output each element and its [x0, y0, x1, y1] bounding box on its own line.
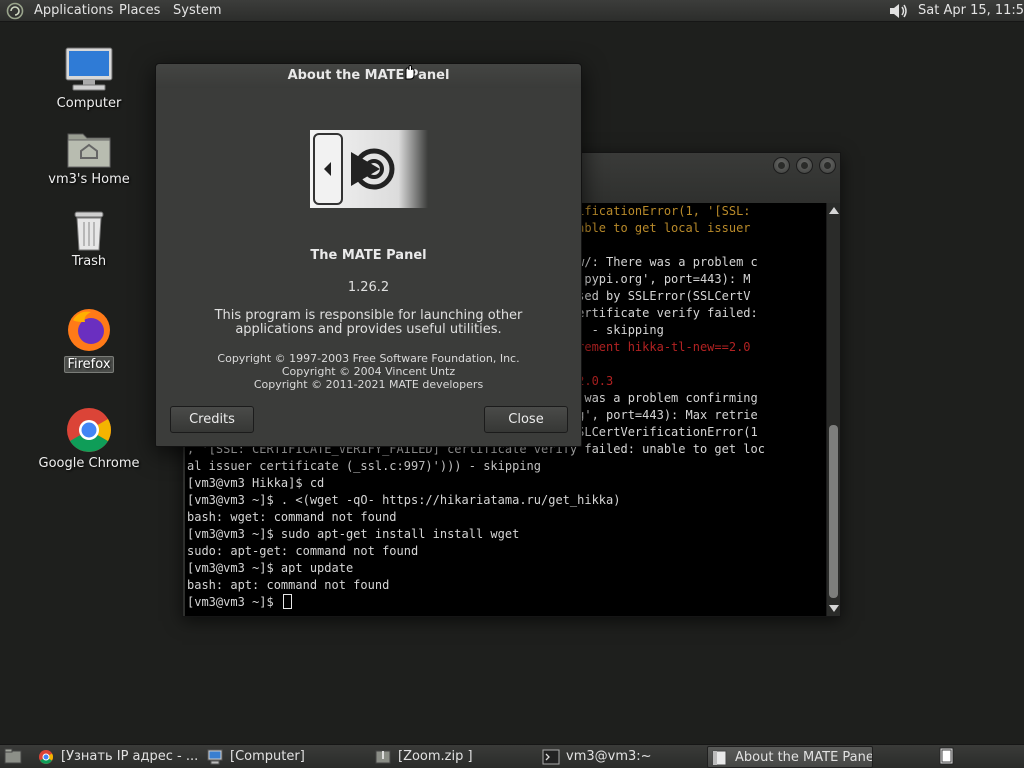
app-version: 1.26.2: [347, 280, 390, 295]
desktop-icon-home[interactable]: vm3's Home: [34, 128, 144, 187]
terminal-line: bash: apt: command not found: [187, 578, 390, 592]
terminal-icon: [542, 749, 560, 765]
terminal-line: [vm3@vm3 ~]$ sudo apt-get install instal…: [187, 527, 520, 541]
taskbar-item-terminal[interactable]: vm3@vm3:~: [542, 746, 702, 768]
desktop-icon-label: Trash: [71, 254, 107, 269]
desktop-icon-computer[interactable]: Computer: [34, 46, 144, 111]
desktop-icon-chrome[interactable]: Google Chrome: [34, 406, 144, 471]
taskbar-item-label: [Computer]: [230, 749, 305, 764]
hand-cursor-icon: [405, 64, 415, 80]
workspace-switcher-icon[interactable]: [938, 747, 958, 766]
desktop-icon-firefox[interactable]: Firefox: [34, 306, 144, 373]
volume-icon[interactable]: [886, 1, 910, 21]
terminal-line: [vm3@vm3 ~]$: [187, 594, 292, 611]
dialog-title[interactable]: About the MATE Panel: [156, 64, 581, 88]
taskbar-item-label: [Узнать IP адрес - ...: [61, 749, 197, 764]
terminal-line: al issuer certificate (_ssl.c:997)'))) -…: [187, 459, 542, 473]
minimize-button[interactable]: [773, 157, 790, 174]
about-dialog: About the MATE Panel The MATE Panel 1.26…: [155, 63, 582, 447]
menu-places[interactable]: Places: [119, 3, 160, 18]
taskbar-item-label: About the MATE Panel: [735, 750, 873, 765]
close-button[interactable]: Close: [484, 406, 568, 433]
desktop-icon-label: vm3's Home: [48, 172, 130, 187]
app-name: The MATE Panel: [310, 248, 427, 263]
terminal-cursor: [282, 594, 292, 609]
desktop-icon-trash[interactable]: Trash: [34, 208, 144, 269]
top-panel: Applications Places System Sat Apr 15, 1…: [0, 0, 1024, 22]
taskbar-item-label: [Zoom.zip ]: [398, 749, 473, 764]
computer-icon: [65, 47, 113, 91]
close-window-button[interactable]: [819, 157, 836, 174]
desktop-icon-label: Firefox: [64, 356, 114, 373]
app-description: This program is responsible for launchin…: [214, 308, 523, 337]
terminal-line: [vm3@vm3 ~]$ apt update: [187, 561, 354, 575]
desktop-icon-label: Google Chrome: [38, 456, 140, 471]
copyright-line: Copyright © 2011-2021 MATE developers: [253, 378, 484, 391]
firefox-icon: [68, 309, 110, 351]
terminal-scrollbar[interactable]: [826, 203, 840, 616]
bottom-panel: [Узнать IP адрес - ... [Computer] [Zoom.…: [0, 744, 1024, 768]
menu-system[interactable]: System: [173, 3, 221, 18]
taskbar-item-archive[interactable]: [Zoom.zip ]: [374, 746, 534, 768]
taskbar-item-about-dialog[interactable]: About the MATE Panel: [707, 746, 873, 768]
taskbar-item-chrome[interactable]: [Узнать IP адрес - ...: [37, 746, 197, 768]
chrome-icon: [67, 408, 111, 452]
maximize-button[interactable]: [796, 157, 813, 174]
scrollbar-thumb[interactable]: [829, 425, 838, 598]
terminal-line: sudo: apt-get: command not found: [187, 544, 419, 558]
terminal-line: [vm3@vm3 ~]$ . <(wget -qO- https://hikar…: [187, 493, 621, 507]
taskbar-item-label: vm3@vm3:~: [566, 749, 652, 764]
scroll-up-arrow-icon[interactable]: [829, 207, 839, 214]
trash-icon: [74, 211, 104, 251]
computer-icon: [207, 749, 223, 765]
show-desktop-icon[interactable]: [4, 748, 22, 765]
copyright-line: Copyright © 2004 Vincent Untz: [281, 365, 456, 378]
window-icon: [712, 750, 727, 766]
copyright-line: Copyright © 1997-2003 Free Software Foun…: [217, 352, 520, 365]
mate-logo-icon[interactable]: [6, 2, 24, 20]
taskbar-item-computer[interactable]: [Computer]: [206, 746, 366, 768]
terminal-line: [vm3@vm3 Hikka]$ cd: [187, 476, 325, 490]
copyright-block: Copyright © 1997-2003 Free Software Foun…: [156, 352, 581, 391]
menu-applications[interactable]: Applications: [34, 3, 113, 18]
mate-panel-logo-icon: [310, 130, 428, 208]
chrome-icon: [39, 750, 53, 764]
terminal-line: bash: wget: command not found: [187, 510, 397, 524]
home-folder-icon: [67, 133, 111, 168]
credits-button[interactable]: Credits: [170, 406, 254, 433]
desktop-icon-label: Computer: [56, 96, 122, 111]
clock[interactable]: Sat Apr 15, 11:54: [918, 3, 1024, 18]
archive-icon: [375, 750, 391, 764]
scroll-down-arrow-icon[interactable]: [829, 605, 839, 612]
